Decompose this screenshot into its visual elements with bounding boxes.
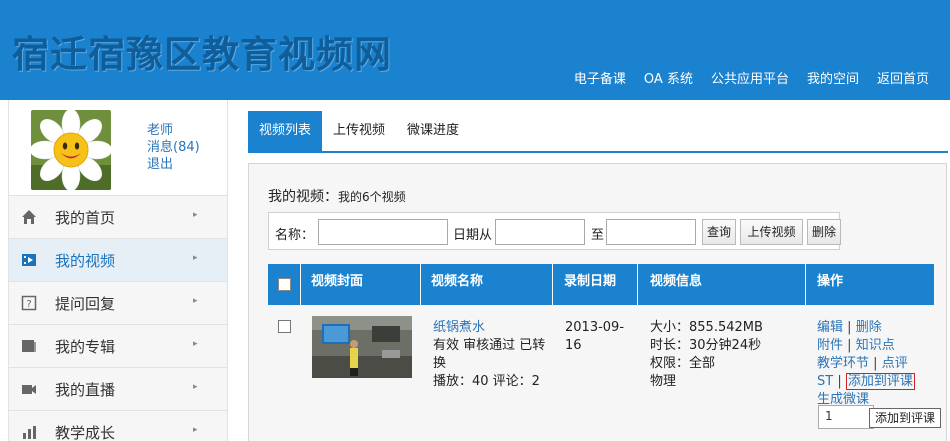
tab-video-list[interactable]: 视频列表 — [248, 111, 323, 151]
profile-card: 老师 消息(84) 退出 — [9, 100, 227, 196]
video-stats: 播放：40 评论：2 — [433, 374, 540, 389]
teacher-link[interactable]: 老师 — [147, 122, 200, 139]
profile-links: 老师 消息(84) 退出 — [147, 122, 200, 173]
sidebar-item-label: 我的专辑 — [55, 338, 116, 356]
header-cover: 视频封面 — [301, 264, 421, 305]
sidebar-item-my-videos[interactable]: 我的视频 ▸ — [9, 239, 227, 282]
tab-upload-video[interactable]: 上传视频 — [322, 111, 396, 151]
separator: | — [873, 356, 878, 371]
panel-subtitle: 我的6个视频 — [338, 190, 406, 204]
nav-home[interactable]: 返回首页 — [868, 70, 938, 90]
home-icon — [22, 210, 36, 224]
camera-icon — [22, 385, 36, 394]
teaching-step-link[interactable]: 教学环节 — [817, 356, 869, 371]
video-status: 有效 审核通过 已转换 — [433, 338, 546, 371]
video-duration: 时长：30分钟24秒 — [650, 338, 762, 353]
header-ops: 操作 — [817, 274, 844, 289]
video-ops-cell: 编辑 | 删除 附件 | 知识点 教学环节 | 点评 ST | 添加到评课 生成… — [817, 319, 927, 409]
quantity-input[interactable]: 1 — [818, 405, 874, 429]
video-subject: 物理 — [650, 374, 677, 389]
comment-link[interactable]: 点评 — [882, 356, 908, 371]
nav-lesson-prep[interactable]: 电子备课 — [565, 70, 635, 90]
site-title: 宿迁宿豫区教育视频网 — [12, 33, 392, 76]
video-date: 2013-09-16 — [565, 320, 625, 353]
sidebar-item-label: 提问回复 — [55, 295, 116, 313]
chevron-right-icon: ▸ — [193, 296, 198, 306]
attachment-link[interactable]: 附件 — [817, 338, 843, 353]
upload-video-button[interactable]: 上传视频 — [740, 219, 803, 245]
site-header: 宿迁宿豫区教育视频网 电子备课 OA 系统 公共应用平台 我的空间 返回首页 — [0, 0, 950, 100]
sidebar: 老师 消息(84) 退出 我的首页 ▸ 我的视频 ▸ ? 提问回复 ▸ 我的专辑… — [8, 100, 228, 441]
chevron-right-icon: ▸ — [193, 382, 198, 392]
panel-title-text: 我的视频： — [268, 189, 338, 205]
knowledge-point-link[interactable]: 知识点 — [856, 338, 895, 353]
logout-link[interactable]: 退出 — [147, 156, 200, 173]
header-check-cell — [268, 264, 301, 305]
video-size: 大小：855.542MB — [650, 320, 763, 335]
date-to-label: 至 — [591, 228, 605, 243]
delete-button[interactable]: 删除 — [807, 219, 841, 245]
chevron-right-icon: ▸ — [193, 210, 198, 220]
nav-public-platform[interactable]: 公共应用平台 — [702, 70, 798, 90]
row-checkbox[interactable] — [278, 320, 291, 333]
nav-oa-system[interactable]: OA 系统 — [635, 70, 702, 90]
classroom-thumbnail-icon — [312, 316, 412, 378]
video-title-link[interactable]: 纸锅煮水 — [433, 319, 548, 337]
date-to-input[interactable] — [606, 219, 696, 245]
name-label: 名称： — [275, 228, 315, 243]
date-from-label: 日期从 — [453, 228, 493, 243]
question-icon: ? — [21, 295, 37, 311]
sidebar-item-label: 我的首页 — [55, 209, 116, 227]
header-info: 视频信息 — [638, 264, 806, 305]
table-header: 视频封面 视频名称 录制日期 视频信息 操作 — [268, 264, 934, 305]
chevron-right-icon: ▸ — [193, 253, 198, 263]
edit-link[interactable]: 编辑 — [817, 320, 843, 335]
sidebar-item-label: 教学成长 — [55, 424, 116, 441]
tooltip: 添加到评课 — [869, 408, 941, 428]
chart-icon — [23, 426, 36, 439]
video-info-cell: 大小：855.542MB 时长：30分钟24秒 权限：全部 物理 — [650, 319, 800, 391]
header-date: 录制日期 — [553, 264, 638, 305]
video-thumbnail[interactable] — [312, 316, 412, 378]
delete-link[interactable]: 删除 — [856, 320, 882, 335]
select-all-checkbox[interactable] — [278, 278, 291, 291]
header-name: 视频名称 — [421, 264, 553, 305]
video-icon — [22, 254, 36, 266]
top-nav: 电子备课 OA 系统 公共应用平台 我的空间 返回首页 — [565, 70, 938, 90]
search-bar: 名称： 日期从 至 查询 上传视频 删除 — [268, 212, 841, 250]
tab-micro-progress[interactable]: 微课进度 — [396, 111, 470, 151]
separator: | — [847, 338, 852, 353]
nav-my-space[interactable]: 我的空间 — [798, 70, 868, 90]
album-icon — [22, 340, 36, 352]
sidebar-item-growth[interactable]: 教学成长 ▸ — [9, 411, 227, 441]
panel-title: 我的视频：我的6个视频 — [268, 186, 406, 206]
svg-text:?: ? — [26, 299, 31, 310]
video-panel: 我的视频：我的6个视频 名称： 日期从 至 查询 上传视频 删除 视频封面 视频… — [248, 163, 947, 441]
sidebar-item-live[interactable]: 我的直播 ▸ — [9, 368, 227, 411]
sidebar-item-label: 我的视频 — [55, 252, 116, 270]
tab-bar: 视频列表 上传视频 微课进度 — [248, 111, 948, 153]
sidebar-item-label: 我的直播 — [55, 381, 116, 399]
separator: | — [837, 374, 842, 389]
avatar[interactable] — [31, 110, 111, 190]
video-name-cell: 纸锅煮水 有效 审核通过 已转换 播放：40 评论：2 — [433, 319, 548, 391]
st-link[interactable]: ST — [817, 374, 833, 389]
separator: | — [847, 320, 852, 335]
sidebar-item-questions[interactable]: ? 提问回复 ▸ — [9, 282, 227, 325]
video-permission: 权限：全部 — [650, 356, 716, 371]
messages-link[interactable]: 消息(84) — [147, 139, 200, 156]
query-button[interactable]: 查询 — [702, 219, 736, 245]
add-to-evaluation-link[interactable]: 添加到评课 — [845, 373, 915, 390]
date-from-input[interactable] — [495, 219, 585, 245]
sidebar-item-albums[interactable]: 我的专辑 ▸ — [9, 325, 227, 368]
daisy-avatar-icon — [31, 110, 111, 190]
sidebar-item-home[interactable]: 我的首页 ▸ — [9, 196, 227, 239]
name-input[interactable] — [318, 219, 448, 245]
chevron-right-icon: ▸ — [193, 425, 198, 435]
chevron-right-icon: ▸ — [193, 339, 198, 349]
